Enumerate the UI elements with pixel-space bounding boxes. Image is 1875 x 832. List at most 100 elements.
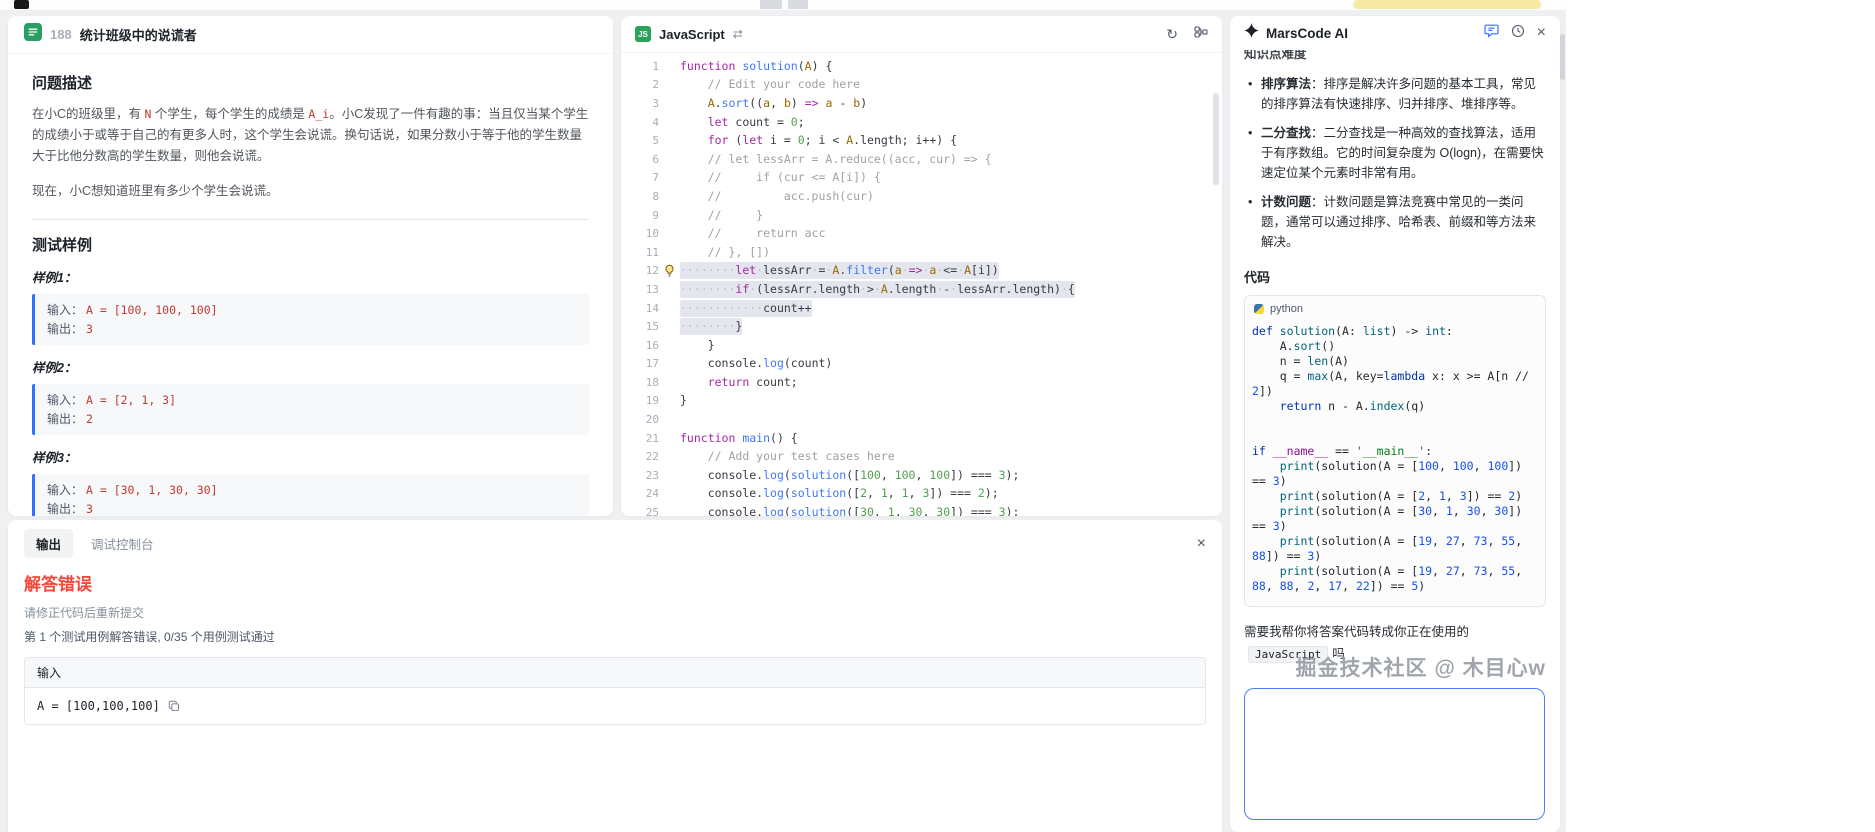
ai-close-icon[interactable]: ×: [1537, 25, 1546, 41]
ai-bullets: 排序算法：排序是解决许多问题的基本工具，常见的排序算法有快速排序、归并排序、堆排…: [1230, 74, 1560, 252]
editor-line: 14 ············count++: [621, 299, 1222, 318]
console-panel: 输出 调试控制台 × 解答错误 请修正代码后重新提交 第 1 个测试用例解答错误…: [8, 520, 1222, 832]
editor-scrollbar[interactable]: [1213, 93, 1219, 185]
line-number: 1: [621, 60, 659, 73]
chat-icon[interactable]: [1484, 24, 1499, 43]
code-text: ········let·lessArr·=·A.filter(a·=>·a·<=…: [680, 262, 999, 279]
line-number: 19: [621, 394, 659, 407]
code-line: print(solution(A = [19, 27, 73, 55, 88, …: [1252, 564, 1540, 594]
ai-code-card: python def solution(A: list) -> int: A.s…: [1244, 295, 1546, 607]
editor-line: 5 for (let i = 0; i < A.length; i++) {: [621, 131, 1222, 150]
line-number: 6: [621, 153, 659, 166]
code-language-label: python: [1270, 303, 1303, 315]
code-text: console.log(solution([2, 1, 1, 3]) === 2…: [680, 485, 999, 502]
history-icon[interactable]: [1511, 24, 1525, 43]
tab-debug-console[interactable]: 调试控制台: [79, 529, 166, 558]
marscode-logo-icon: [1244, 23, 1259, 43]
problem-paragraph-2: 现在，小C想知道班里有多少个学生会说谎。: [32, 181, 594, 202]
sample-io-label: 输入：: [47, 303, 83, 317]
line-number: 3: [621, 97, 659, 110]
problem-panel: 188 统计班级中的说谎者 问题描述 在小C的班级里，有 N 个学生，每个学生的…: [8, 16, 613, 516]
lightbulb-icon[interactable]: [659, 264, 680, 277]
console-close-icon[interactable]: ×: [1197, 536, 1206, 552]
code-line: return n - A.index(q): [1252, 399, 1540, 414]
editor-line: 24 console.log(solution([2, 1, 1, 3]) ==…: [621, 485, 1222, 504]
top-strip-block: [760, 0, 782, 9]
line-number: 11: [621, 246, 659, 259]
share-icon[interactable]: [1194, 25, 1208, 43]
line-number: 23: [621, 469, 659, 482]
problem-body: 问题描述 在小C的班级里，有 N 个学生，每个学生的成绩是 A_i。小C发现了一…: [8, 54, 613, 516]
editor-line: 21function main() {: [621, 429, 1222, 448]
sample-io-label: 输入：: [47, 393, 83, 407]
editor-panel: JS JavaScript ⇄ ↻ 1function solution(A) …: [621, 16, 1222, 516]
ai-chat-input[interactable]: [1244, 688, 1545, 820]
sample-io-label: 输出：: [47, 412, 83, 426]
code-text: let count = 0;: [680, 114, 805, 131]
code-line: [1252, 429, 1540, 444]
code-text: }: [680, 337, 715, 354]
line-number: 9: [621, 209, 659, 222]
inline-code: A_i: [308, 107, 329, 121]
ai-followup-text: 需要我帮你将答案代码转成你正在使用的: [1244, 625, 1469, 639]
line-number: 20: [621, 413, 659, 426]
code-text: ········if·(lessArr.length·>·A.length·-·…: [680, 281, 1075, 298]
top-strip: [0, 0, 1566, 10]
editor-line: 10 // return acc: [621, 224, 1222, 243]
tab-output[interactable]: 输出: [24, 529, 73, 558]
sample-input: 输入：A = [2, 1, 3]: [47, 391, 577, 410]
ai-code-body: def solution(A: list) -> int: A.sort() n…: [1245, 319, 1547, 606]
line-number: 4: [621, 116, 659, 129]
line-number: 21: [621, 432, 659, 445]
sample-title: 样例1：: [32, 267, 589, 286]
input-section-header[interactable]: 输入: [25, 658, 1205, 688]
editor-line: 15········}: [621, 317, 1222, 336]
sample-io-label: 输出：: [47, 502, 83, 516]
sample-io-label: 输入：: [47, 483, 83, 497]
code-text: console.log(solution([30, 1, 30, 30]) ==…: [680, 504, 1019, 516]
copy-icon[interactable]: [168, 700, 180, 712]
line-number: 5: [621, 134, 659, 147]
description-heading: 问题描述: [32, 72, 589, 93]
line-number: 14: [621, 302, 659, 315]
divider: [32, 219, 589, 220]
editor-line: 13········if·(lessArr.length·>·A.length·…: [621, 280, 1222, 299]
sample-io-label: 输出：: [47, 322, 83, 336]
code-text: // let lessArr = A.reduce((acc, cur) => …: [680, 151, 992, 168]
top-strip-highlight: [1353, 0, 1541, 9]
right-blank-area: [1566, 0, 1875, 832]
sample-title: 样例2：: [32, 357, 589, 376]
line-number: 25: [621, 506, 659, 516]
language-swap-icon[interactable]: ⇄: [733, 27, 743, 41]
editor-actions: ↻: [1166, 25, 1208, 43]
ai-code-heading: 代码: [1230, 261, 1560, 295]
problem-paragraph-1: 在小C的班级里，有 N 个学生，每个学生的成绩是 A_i。小C发现了一件有趣的事…: [32, 104, 594, 167]
ai-bullet: 计数问题：计数问题是算法竞赛中常见的一类问题，通常可以通过排序、哈希表、前缀和等…: [1248, 192, 1546, 252]
sample-io-value: A = [30, 1, 30, 30]: [86, 483, 218, 497]
editor-line: 3 A.sort((a, b) => a - b): [621, 94, 1222, 113]
sample-block: 输入：A = [2, 1, 3] 输出：2: [32, 384, 589, 435]
ai-panel-scrollbar[interactable]: [1560, 34, 1565, 80]
problem-id: 188: [50, 27, 72, 42]
code-line: q = max(A, key=lambda x: x >= A[n // 2]): [1252, 369, 1540, 399]
editor-line: 12 ········let·lessArr·=·A.filter(a·=>·a·…: [621, 262, 1222, 281]
code-line: [1252, 414, 1540, 429]
code-text: ············count++: [680, 300, 812, 317]
sample-title: 样例3：: [32, 447, 589, 466]
top-strip-block: [788, 0, 808, 9]
code-editor[interactable]: 1function solution(A) {2 // Edit your co…: [621, 53, 1222, 516]
problem-panel-header: 188 统计班级中的说谎者: [8, 16, 613, 54]
line-number: 2: [621, 78, 659, 91]
editor-line: 7 // if (cur <= A[i]) {: [621, 169, 1222, 188]
refresh-icon[interactable]: ↻: [1166, 26, 1178, 43]
language-label: JavaScript: [659, 27, 725, 42]
sample-block: 输入：A = [30, 1, 30, 30]输出：3: [32, 474, 589, 516]
line-number: 12: [621, 264, 659, 277]
sample-io-value: 2: [86, 412, 93, 426]
editor-line: 9 // }: [621, 206, 1222, 225]
input-section: 输入 A = [100,100,100]: [24, 657, 1206, 725]
code-line: print(solution(A = [2, 1, 3]) == 2): [1252, 489, 1540, 504]
problem-list-icon: [24, 23, 42, 46]
line-number: 18: [621, 376, 659, 389]
ai-clipped-text: 知识点难度: [1230, 50, 1560, 62]
